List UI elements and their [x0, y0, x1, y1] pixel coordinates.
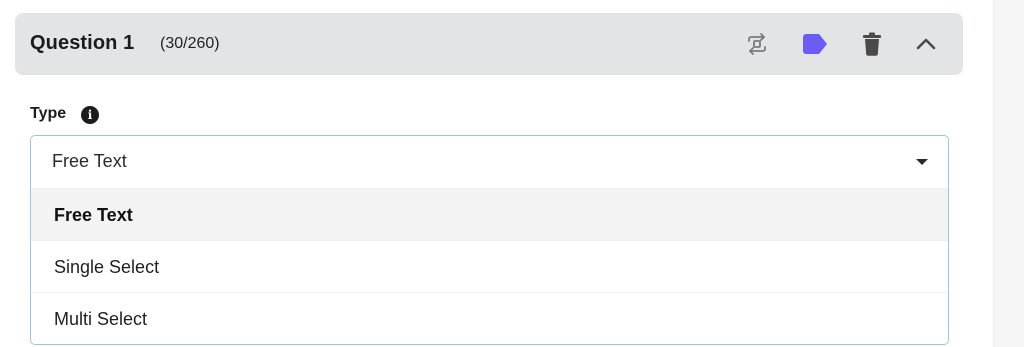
- info-icon[interactable]: i: [81, 106, 99, 124]
- option-label: Free Text: [54, 205, 133, 225]
- type-select-value[interactable]: Free Text: [31, 136, 948, 188]
- trash-icon[interactable]: [858, 30, 886, 58]
- option-free-text[interactable]: Free Text: [31, 188, 948, 240]
- right-side-panel: [993, 0, 1024, 347]
- type-select-dropdown[interactable]: Free Text Free Text Single Select Multi …: [30, 135, 949, 345]
- option-label: Multi Select: [54, 309, 148, 329]
- swap-icon[interactable]: [743, 30, 771, 58]
- chevron-up-icon[interactable]: [912, 30, 940, 58]
- selected-value-text: Free Text: [52, 151, 127, 171]
- character-count: (30/260): [160, 35, 220, 52]
- question-header[interactable]: Question 1 (30/260): [15, 13, 963, 75]
- option-multi-select[interactable]: Multi Select: [31, 292, 948, 344]
- tag-icon[interactable]: [801, 30, 829, 58]
- option-label: Single Select: [54, 257, 160, 277]
- question-title: Question 1: [30, 32, 135, 54]
- type-field-label: Type: [30, 105, 67, 122]
- question-editor-page: Question 1 (30/260) Type i Free Text Fre…: [0, 0, 1024, 347]
- option-single-select[interactable]: Single Select: [31, 240, 948, 292]
- caret-down-icon[interactable]: [916, 159, 928, 165]
